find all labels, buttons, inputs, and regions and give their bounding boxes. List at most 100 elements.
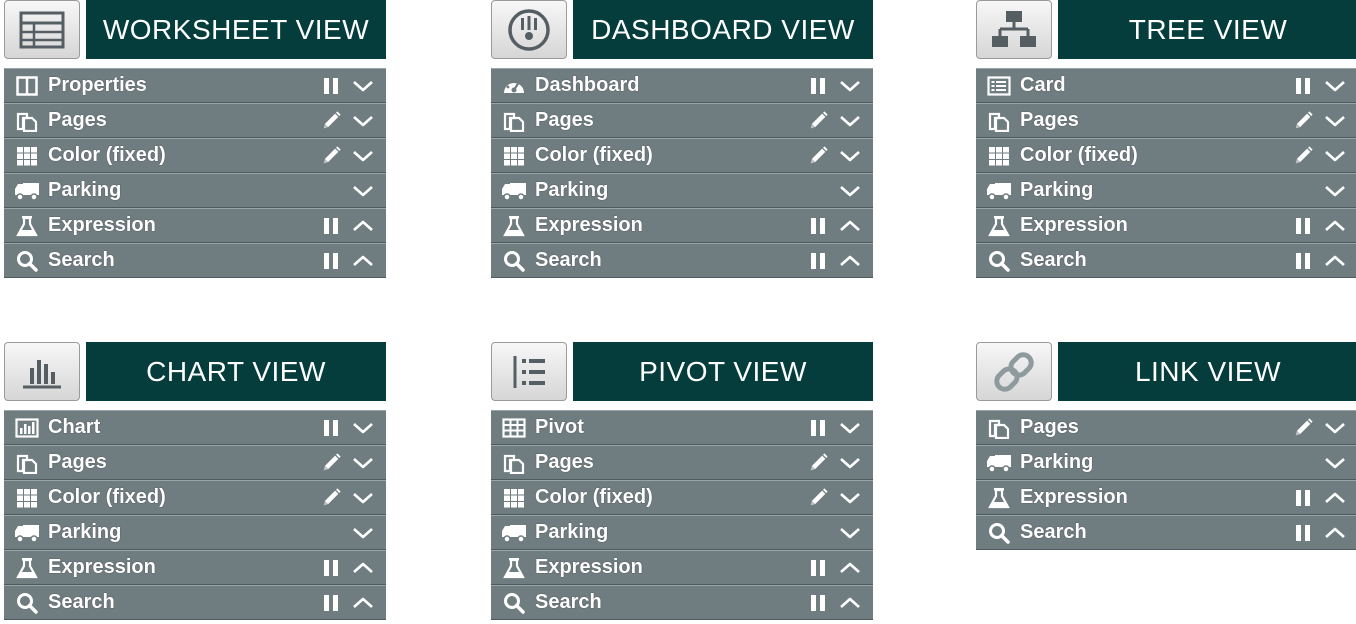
chevron-down-icon[interactable] [839,522,861,544]
section-row-parking[interactable]: Parking [491,515,873,550]
section-row-search[interactable]: Search [976,515,1356,550]
pause-icon[interactable] [1292,215,1314,237]
pause-icon[interactable] [320,592,342,614]
chevron-up-icon[interactable] [352,215,374,237]
pencil-icon[interactable] [807,487,829,509]
chevron-down-icon[interactable] [352,522,374,544]
chevron-up-icon[interactable] [839,557,861,579]
pivot-icon[interactable] [491,342,567,401]
pencil-icon[interactable] [320,487,342,509]
section-row-color-fixed[interactable]: Color (fixed) [491,480,873,515]
section-row-search[interactable]: Search [491,243,873,278]
pause-icon[interactable] [807,592,829,614]
section-row-pivot[interactable]: Pivot [491,410,873,445]
section-row-expression[interactable]: Expression [976,480,1356,515]
dashboard-icon[interactable] [491,0,567,59]
chevron-down-icon[interactable] [1324,110,1346,132]
pause-icon[interactable] [320,417,342,439]
chevron-down-icon[interactable] [839,417,861,439]
chevron-up-icon[interactable] [352,250,374,272]
pause-icon[interactable] [320,557,342,579]
section-row-parking[interactable]: Parking [976,173,1356,208]
pause-icon[interactable] [807,215,829,237]
section-row-expression[interactable]: Expression [491,208,873,243]
section-row-pages[interactable]: Pages [491,103,873,138]
chart-icon[interactable] [4,342,80,401]
section-row-parking[interactable]: Parking [491,173,873,208]
section-row-search[interactable]: Search [491,585,873,620]
chevron-down-icon[interactable] [352,452,374,474]
section-row-expression[interactable]: Expression [4,208,386,243]
pause-icon[interactable] [1292,487,1314,509]
section-row-pages[interactable]: Pages [491,445,873,480]
chevron-down-icon[interactable] [1324,75,1346,97]
chevron-down-icon[interactable] [839,145,861,167]
chevron-down-icon[interactable] [352,487,374,509]
chevron-up-icon[interactable] [1324,250,1346,272]
section-row-parking[interactable]: Parking [4,515,386,550]
pause-icon[interactable] [807,557,829,579]
chevron-down-icon[interactable] [839,110,861,132]
pencil-icon[interactable] [807,110,829,132]
section-row-pages[interactable]: Pages [4,103,386,138]
chevron-up-icon[interactable] [1324,487,1346,509]
section-row-color-fixed[interactable]: Color (fixed) [4,138,386,173]
pause-icon[interactable] [320,75,342,97]
pencil-icon[interactable] [320,110,342,132]
pause-icon[interactable] [320,215,342,237]
chevron-down-icon[interactable] [1324,145,1346,167]
pencil-icon[interactable] [1292,110,1314,132]
chevron-down-icon[interactable] [839,487,861,509]
chevron-up-icon[interactable] [352,592,374,614]
chevron-down-icon[interactable] [352,145,374,167]
pencil-icon[interactable] [320,452,342,474]
section-row-expression[interactable]: Expression [491,550,873,585]
section-row-color-fixed[interactable]: Color (fixed) [491,138,873,173]
section-row-color-fixed[interactable]: Color (fixed) [976,138,1356,173]
pencil-icon[interactable] [1292,145,1314,167]
pencil-icon[interactable] [320,145,342,167]
chevron-up-icon[interactable] [352,557,374,579]
section-row-parking[interactable]: Parking [976,445,1356,480]
chevron-down-icon[interactable] [839,452,861,474]
chevron-up-icon[interactable] [839,250,861,272]
chevron-up-icon[interactable] [1324,215,1346,237]
worksheet-icon[interactable] [4,0,80,59]
chevron-down-icon[interactable] [1324,180,1346,202]
section-row-properties[interactable]: Properties [4,68,386,103]
link-icon[interactable] [976,342,1052,401]
chevron-down-icon[interactable] [352,110,374,132]
pause-icon[interactable] [1292,75,1314,97]
section-row-color-fixed[interactable]: Color (fixed) [4,480,386,515]
chevron-up-icon[interactable] [1324,522,1346,544]
section-row-card[interactable]: Card [976,68,1356,103]
section-row-search[interactable]: Search [4,585,386,620]
pencil-icon[interactable] [1292,417,1314,439]
chevron-down-icon[interactable] [352,417,374,439]
pause-icon[interactable] [807,250,829,272]
chevron-down-icon[interactable] [839,75,861,97]
chevron-up-icon[interactable] [839,592,861,614]
chevron-down-icon[interactable] [352,180,374,202]
section-row-pages[interactable]: Pages [4,445,386,480]
pause-icon[interactable] [1292,522,1314,544]
section-row-dashboard[interactable]: Dashboard [491,68,873,103]
pause-icon[interactable] [320,250,342,272]
section-row-chart[interactable]: Chart [4,410,386,445]
section-row-expression[interactable]: Expression [4,550,386,585]
chevron-down-icon[interactable] [352,75,374,97]
section-row-pages[interactable]: Pages [976,103,1356,138]
pencil-icon[interactable] [807,452,829,474]
section-row-pages[interactable]: Pages [976,410,1356,445]
chevron-down-icon[interactable] [1324,417,1346,439]
pencil-icon[interactable] [807,145,829,167]
tree-icon[interactable] [976,0,1052,59]
section-row-search[interactable]: Search [976,243,1356,278]
chevron-down-icon[interactable] [1324,452,1346,474]
chevron-up-icon[interactable] [839,215,861,237]
pause-icon[interactable] [807,417,829,439]
pause-icon[interactable] [807,75,829,97]
section-row-search[interactable]: Search [4,243,386,278]
section-row-expression[interactable]: Expression [976,208,1356,243]
pause-icon[interactable] [1292,250,1314,272]
